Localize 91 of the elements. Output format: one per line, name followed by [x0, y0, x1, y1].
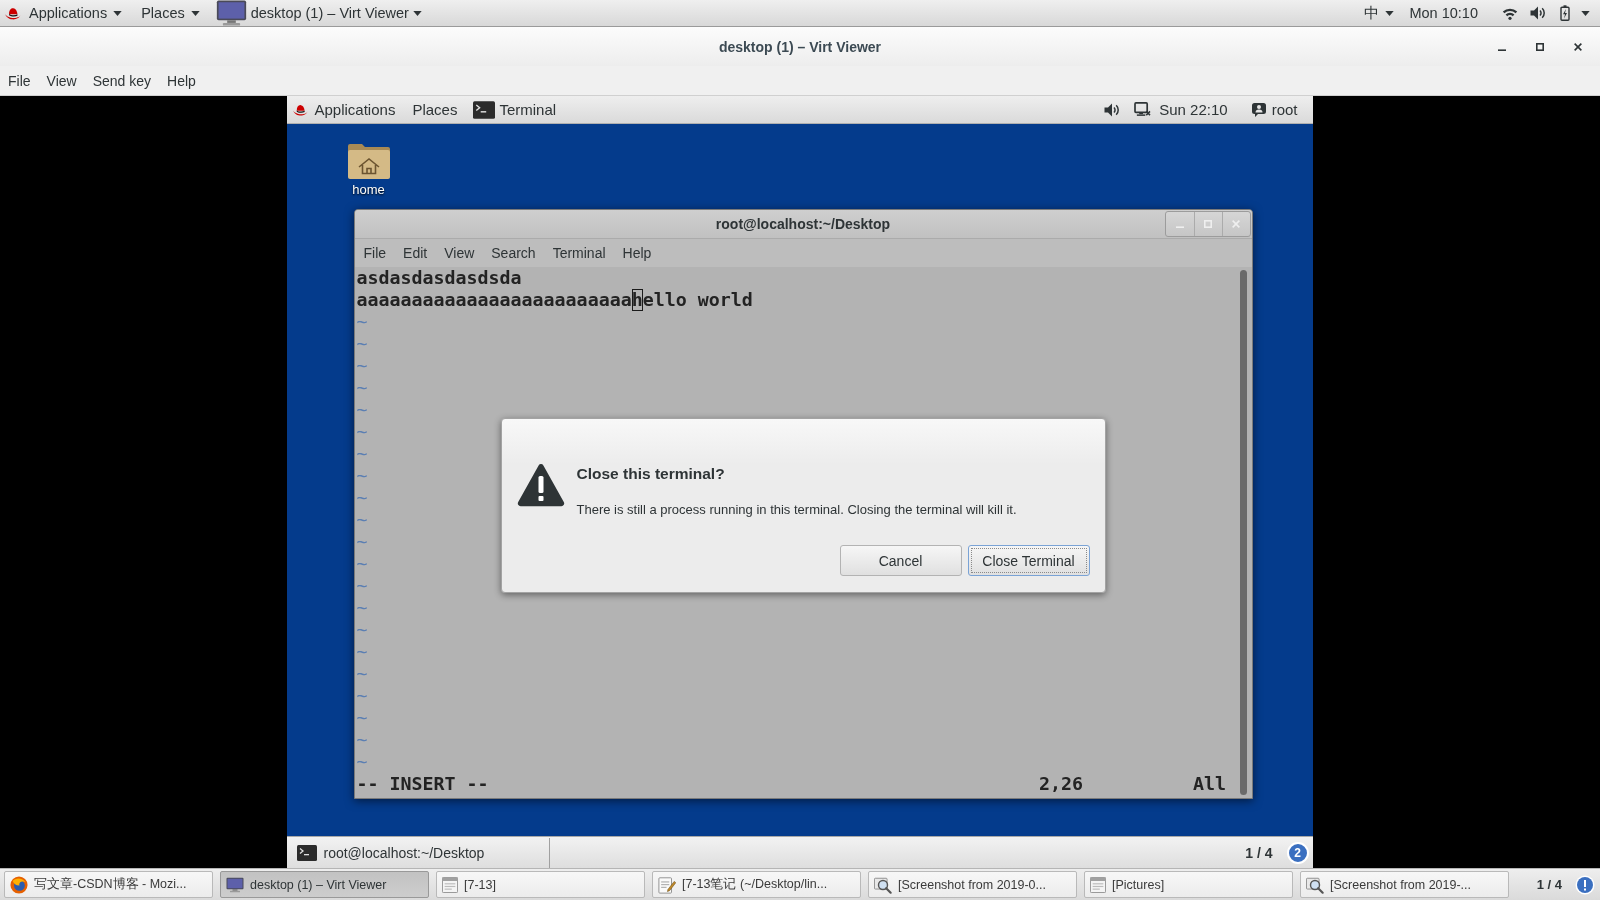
menu-item[interactable]: Help: [159, 66, 204, 95]
caret-icon[interactable]: [1581, 10, 1590, 16]
tilde-marker: ~: [356, 311, 368, 332]
menu-item[interactable]: Send key: [84, 66, 160, 95]
menu-item[interactable]: Edit: [394, 240, 436, 266]
monitor-icon[interactable]: [226, 876, 244, 893]
scroll-position: All: [1192, 773, 1226, 794]
workspace-indicator[interactable]: 1 / 4: [1245, 844, 1273, 861]
tilde-marker: ~: [356, 729, 368, 750]
window-title: desktop (1) – Virt Viewer: [718, 38, 882, 55]
tilde-marker: ~: [356, 443, 368, 464]
tilde-marker: ~: [356, 619, 368, 640]
terminal-line: asdasdasdasdsda: [356, 267, 522, 288]
hat-icon[interactable]: [5, 6, 21, 20]
tilde-marker: ~: [356, 333, 368, 354]
tilde-marker: ~: [356, 553, 368, 574]
menu-item[interactable]: File: [355, 240, 395, 266]
tilde-marker: ~: [356, 597, 368, 618]
magnifier-icon[interactable]: [1306, 875, 1324, 894]
notification-icon[interactable]: [1575, 874, 1595, 895]
terminal-icon[interactable]: [473, 100, 496, 119]
menu-item[interactable]: Help: [614, 240, 660, 266]
tilde-marker: ~: [356, 641, 368, 662]
notification-count[interactable]: 2: [1286, 841, 1309, 864]
volume-icon[interactable]: [1530, 6, 1546, 20]
maximize-icon[interactable]: [1536, 42, 1544, 51]
close-terminal-button[interactable]: Close Terminal: [967, 545, 1090, 576]
network-icon[interactable]: [1134, 102, 1152, 117]
close-icon[interactable]: [1574, 42, 1582, 51]
clock[interactable]: Sun 22:10: [1159, 96, 1228, 123]
user-menu[interactable]: root: [1251, 96, 1298, 123]
tilde-marker: ~: [356, 377, 368, 398]
terminal-icon[interactable]: [296, 844, 317, 861]
browser-icon[interactable]: [10, 875, 28, 894]
caret-icon[interactable]: [412, 10, 422, 16]
warning-icon: [516, 462, 565, 507]
tilde-marker: ~: [356, 531, 368, 552]
dialog-message: There is still a process running in this terminal. Closing the terminal will kill it.: [576, 501, 1017, 519]
window-icon[interactable]: [1090, 876, 1106, 893]
user-icon[interactable]: [1251, 102, 1266, 117]
taskbar-window-button[interactable]: [Screenshot from 2019-0...: [868, 871, 1077, 898]
input-method-menu[interactable]: 中: [1364, 0, 1395, 26]
hat-icon[interactable]: [292, 103, 308, 116]
desktop-icon-label[interactable]: home: [352, 182, 385, 197]
menu-item[interactable]: Terminal: [544, 240, 615, 266]
battery-icon[interactable]: [1560, 5, 1570, 21]
cancel-button[interactable]: Cancel: [839, 545, 962, 576]
menu-item[interactable]: Search: [482, 240, 545, 266]
tilde-marker: ~: [356, 663, 368, 684]
tilde-marker: ~: [356, 685, 368, 706]
notepad-icon[interactable]: [658, 875, 676, 894]
window-icon[interactable]: [442, 876, 458, 893]
applications-menu[interactable]: Applications: [29, 0, 123, 26]
menu-item[interactable]: View: [435, 240, 483, 266]
mode-indicator: -- INSERT --: [356, 773, 489, 794]
cursor-position: 2,26: [1038, 773, 1083, 794]
tilde-marker: ~: [356, 487, 368, 508]
monitor-icon[interactable]: [215, 0, 247, 26]
window-title: root@localhost:~/Desktop: [715, 216, 891, 232]
places-menu[interactable]: Places: [141, 0, 200, 26]
taskbar-window-button[interactable]: [Pictures]: [1084, 871, 1293, 898]
menu-item[interactable]: View: [38, 66, 85, 95]
tilde-marker: ~: [356, 465, 368, 486]
taskbar-window-button[interactable]: [7-13笔记 (~/Desktop/lin...: [652, 871, 861, 898]
taskbar-window-button[interactable]: desktop (1) – Virt Viewer: [220, 871, 429, 898]
clock[interactable]: Mon 10:10: [1409, 0, 1478, 26]
volume-icon[interactable]: [1104, 102, 1121, 117]
tilde-marker: ~: [356, 399, 368, 420]
magnifier-icon[interactable]: [874, 875, 892, 894]
scrollbar-thumb[interactable]: [1239, 270, 1247, 795]
tilde-marker: ~: [356, 355, 368, 376]
taskbar-window-button[interactable]: [Screenshot from 2019-...: [1300, 871, 1509, 898]
taskbar-window-button[interactable]: [7-13]: [436, 871, 645, 898]
caret-icon[interactable]: [190, 10, 200, 16]
app-menu[interactable]: Terminal: [473, 96, 557, 123]
tilde-marker: ~: [356, 509, 368, 530]
places-menu[interactable]: Places: [412, 96, 458, 123]
tilde-marker: ~: [356, 421, 368, 442]
caret-icon[interactable]: [113, 10, 123, 16]
dialog-title: Close this terminal?: [576, 464, 726, 484]
taskbar-window-button[interactable]: root@localhost:~/Desktop: [290, 837, 550, 868]
window-menu[interactable]: desktop (1) – Virt Viewer: [215, 0, 422, 26]
taskbar-window-button[interactable]: 写文章-CSDN博客 - Mozi...: [4, 871, 213, 898]
tilde-marker: ~: [356, 751, 368, 772]
applications-menu[interactable]: Applications: [314, 96, 396, 123]
tilde-marker: ~: [356, 707, 368, 728]
workspace-indicator[interactable]: 1 / 4: [1536, 877, 1562, 892]
wifi-icon[interactable]: [1502, 6, 1518, 20]
menu-item[interactable]: File: [0, 66, 39, 95]
caret-icon[interactable]: [1385, 10, 1395, 16]
tilde-marker: ~: [356, 575, 368, 596]
